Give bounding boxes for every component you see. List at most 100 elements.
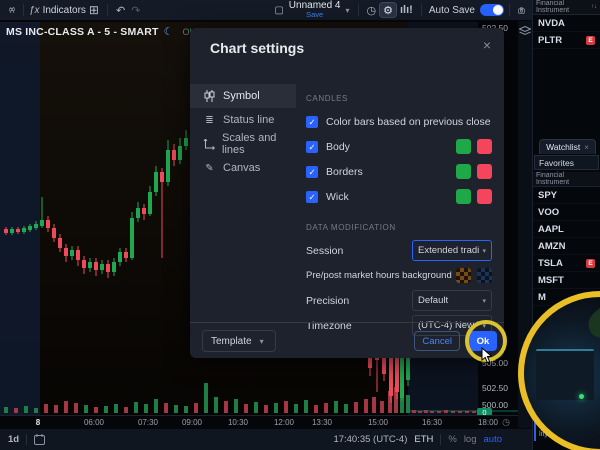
camera-snapshot-icon[interactable] bbox=[515, 5, 528, 16]
app-window: MS INC-CLASS A - 5 - SMART ☾ O 511.31 H … bbox=[0, 0, 600, 450]
session-dropdown[interactable]: Extended tradin… ▾ bbox=[412, 240, 492, 261]
down-color-swatch[interactable] bbox=[477, 139, 492, 154]
tab-status-line[interactable]: ≣ Status line bbox=[190, 108, 296, 132]
earnings-badge: E bbox=[586, 259, 595, 268]
bottom-status-bar: 1d 17:40:35 (UTC-4) ETH % log auto bbox=[0, 428, 532, 450]
layout-square-icon[interactable]: ▢ bbox=[271, 5, 286, 16]
time-tick-label: 10:30 bbox=[222, 418, 254, 427]
template-button[interactable]: Template ▾ bbox=[202, 330, 276, 352]
layout-name-menu[interactable]: Unnamed 4 Save bbox=[289, 1, 341, 19]
save-status[interactable]: Save bbox=[306, 10, 323, 19]
tab-scales-and-lines[interactable]: Scales and lines bbox=[190, 132, 296, 156]
object-tree-icon[interactable]: ılı! bbox=[397, 4, 416, 16]
moon-session-icon: ☾ bbox=[164, 25, 174, 38]
autosave-toggle[interactable] bbox=[480, 4, 504, 16]
auto-scale-button[interactable]: auto bbox=[484, 434, 503, 445]
tab-canvas[interactable]: ✎ Canvas bbox=[190, 156, 296, 180]
redo-icon[interactable]: ↷ bbox=[128, 4, 143, 17]
instrument-column-header[interactable]: Financial Instrument bbox=[533, 172, 600, 187]
symbol-label: AAPL bbox=[538, 224, 564, 235]
time-tick-label: 8 bbox=[22, 418, 54, 427]
desk-shelf bbox=[536, 349, 594, 401]
top-toolbar: ƒx Indicators ⊞ ↶ ↷ ▢ Unnamed 4 Save ▾ ◷… bbox=[0, 0, 532, 21]
setting-label: Pre/post market hours background bbox=[306, 270, 452, 281]
instrument-column-header[interactable]: Financial Instrument ↑↓ bbox=[533, 0, 600, 15]
cancel-button[interactable]: Cancel bbox=[414, 331, 460, 351]
template-label: Template bbox=[211, 336, 252, 347]
clock-label[interactable]: 17:40:35 (UTC-4) bbox=[333, 434, 407, 445]
down-color-swatch[interactable] bbox=[477, 189, 492, 204]
percent-scale-button[interactable]: % bbox=[448, 434, 456, 445]
grid-layout-icon[interactable]: ⊞ bbox=[86, 3, 102, 17]
axes-icon bbox=[203, 139, 215, 150]
watchlist-row[interactable]: TSLA E bbox=[533, 255, 600, 272]
watchlist-tab[interactable]: Watchlist × bbox=[539, 139, 596, 154]
chevron-down-icon: ▾ bbox=[482, 247, 486, 255]
down-color-swatch[interactable] bbox=[477, 164, 492, 179]
session-eth-label[interactable]: ETH bbox=[414, 434, 433, 445]
symbol-title[interactable]: MS INC-CLASS A - 5 - SMART bbox=[6, 26, 159, 38]
setting-label: Color bars based on previous close bbox=[326, 116, 491, 128]
candle-style-icon[interactable] bbox=[6, 4, 18, 16]
checkbox-checked[interactable]: ✓ bbox=[306, 166, 318, 178]
symbol-label: PLTR bbox=[538, 35, 562, 46]
pencil-icon: ✎ bbox=[203, 163, 216, 174]
premarket-color-swatch[interactable] bbox=[456, 268, 471, 283]
tab-symbol[interactable]: Symbol bbox=[190, 84, 296, 108]
candles-icon bbox=[203, 90, 216, 102]
indicators-button[interactable]: Indicators bbox=[43, 5, 86, 16]
fx-icon[interactable]: ƒx bbox=[29, 5, 40, 16]
time-tick-label: 18:00 bbox=[472, 418, 504, 427]
close-icon[interactable]: × bbox=[483, 37, 491, 53]
alert-clock-icon[interactable]: ◷ bbox=[364, 4, 380, 17]
up-color-swatch[interactable] bbox=[456, 164, 471, 179]
dialog-title: Chart settings bbox=[210, 40, 304, 56]
chart-settings-button[interactable]: ⚙ bbox=[379, 2, 397, 18]
time-tick-label: 16:30 bbox=[416, 418, 448, 427]
watchlist-row[interactable]: NVDA bbox=[533, 15, 600, 32]
gear-icon: ⚙ bbox=[383, 4, 393, 17]
ohlc-open-key: O bbox=[182, 27, 189, 37]
price-tick-label: 502.50 bbox=[482, 383, 508, 393]
watchlist-row[interactable]: AAPL bbox=[533, 221, 600, 238]
log-scale-button[interactable]: log bbox=[464, 434, 477, 445]
interval-button[interactable]: 1d bbox=[8, 434, 19, 445]
divider bbox=[509, 4, 510, 16]
watchlist-row[interactable]: VOO bbox=[533, 204, 600, 221]
favorites-list-selector[interactable]: Favorites bbox=[534, 155, 599, 170]
postmarket-color-swatch[interactable] bbox=[477, 268, 492, 283]
chevron-down-icon[interactable]: ▾ bbox=[346, 6, 350, 15]
divider bbox=[440, 434, 441, 445]
tab-label: Watchlist bbox=[546, 142, 580, 152]
symbol-row: MS INC-CLASS A - 5 - SMART ☾ O 511.31 H … bbox=[6, 25, 191, 38]
watchlist-row[interactable]: PLTR E bbox=[533, 32, 600, 49]
setting-row: Pre/post market hours background bbox=[306, 263, 492, 288]
section-label: DATA MODIFICATION bbox=[306, 223, 492, 232]
date-range-icon[interactable] bbox=[34, 434, 45, 445]
divider bbox=[358, 4, 359, 16]
up-color-swatch[interactable] bbox=[456, 139, 471, 154]
column-header-label: Financial Instrument bbox=[536, 172, 597, 186]
divider bbox=[421, 4, 422, 16]
close-icon[interactable]: × bbox=[584, 143, 589, 152]
watchlist-row[interactable]: SPY bbox=[533, 187, 600, 204]
layers-icon[interactable] bbox=[519, 26, 531, 37]
symbol-label: NVDA bbox=[538, 18, 565, 29]
checkbox-checked[interactable]: ✓ bbox=[306, 141, 318, 153]
checkbox-checked[interactable]: ✓ bbox=[306, 191, 318, 203]
precision-dropdown[interactable]: Default ▾ bbox=[412, 290, 492, 311]
undo-icon[interactable]: ↶ bbox=[113, 4, 128, 17]
symbol-label: AMZN bbox=[538, 241, 565, 252]
plant-leaf bbox=[582, 299, 600, 345]
chart-settings-dialog: Chart settings × Symbol ≣ Status line Sc… bbox=[190, 28, 504, 358]
layout-name: Unnamed 4 bbox=[289, 1, 341, 10]
tab-label: Canvas bbox=[223, 162, 260, 174]
watchlist-row[interactable]: AMZN bbox=[533, 238, 600, 255]
setting-label: Borders bbox=[326, 166, 363, 178]
watchlist-row[interactable]: MSFT bbox=[533, 272, 600, 289]
settings-nav: Symbol ≣ Status line Scales and lines ✎ … bbox=[190, 84, 296, 180]
setting-row: ✓ Wick bbox=[306, 184, 492, 209]
time-axis[interactable]: ◷ 806:0007:3009:0010:3012:0013:3015:0016… bbox=[0, 415, 518, 428]
checkbox-checked[interactable]: ✓ bbox=[306, 116, 318, 128]
up-color-swatch[interactable] bbox=[456, 189, 471, 204]
